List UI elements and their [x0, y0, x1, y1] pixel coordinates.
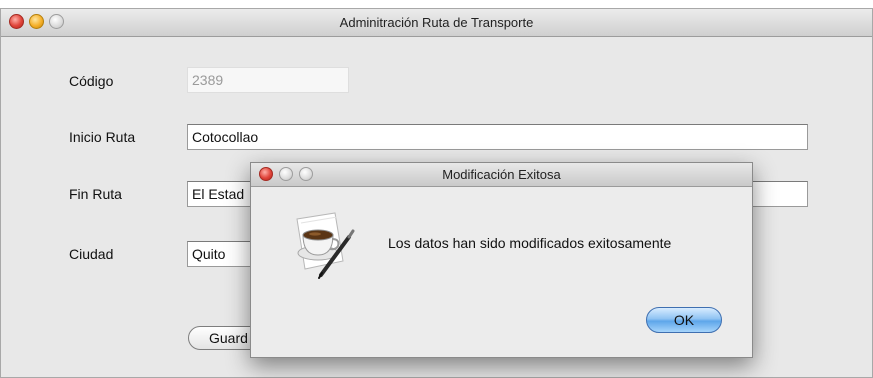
coffee-cup-icon	[296, 212, 355, 279]
inicio-ruta-label: Inicio Ruta	[69, 129, 136, 145]
main-titlebar[interactable]: Adminitración Ruta de Transporte	[1, 9, 872, 37]
inicio-ruta-field[interactable]: Cotocollao	[187, 124, 808, 150]
codigo-label: Código	[69, 73, 114, 89]
ciudad-label: Ciudad	[69, 246, 114, 262]
fin-ruta-label: Fin Ruta	[69, 186, 122, 202]
screen: Adminitración Ruta de Transporte Código …	[0, 0, 873, 378]
dialog-message: Los datos han sido modificados exitosame…	[388, 235, 672, 251]
dialog-title: Modificación Exitosa	[442, 167, 561, 182]
dialog-titlebar[interactable]: Modificación Exitosa	[251, 163, 752, 187]
window-title: Adminitración Ruta de Transporte	[339, 15, 534, 30]
codigo-field: 2389	[187, 67, 349, 93]
success-dialog: Modificación Exitosa Los datos han sido …	[250, 162, 753, 358]
ok-button[interactable]: OK	[646, 307, 722, 333]
